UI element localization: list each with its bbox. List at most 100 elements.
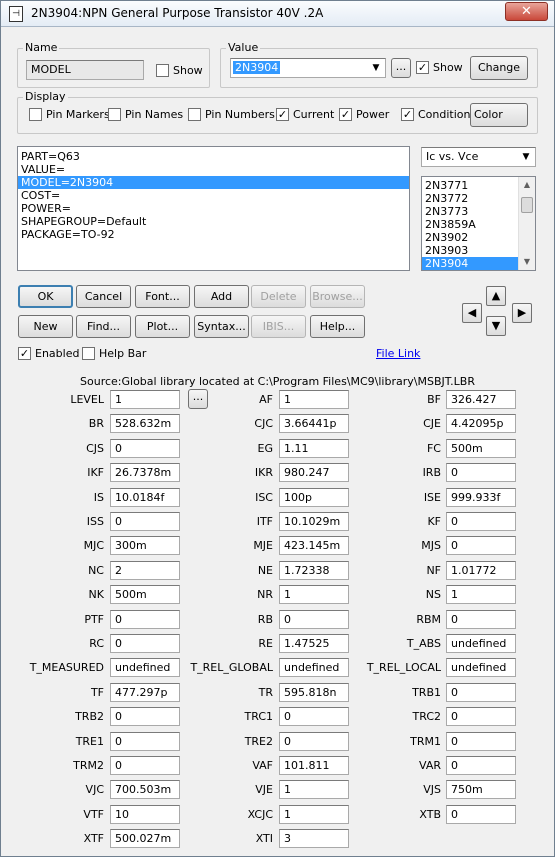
param-field-xtb[interactable]: 0 <box>446 804 516 824</box>
part-item[interactable]: 2N3773 <box>422 205 518 218</box>
find-button[interactable]: Find... <box>76 315 131 338</box>
scroll-thumb[interactable] <box>521 197 533 213</box>
plot-type-select[interactable]: Ic vs. Vce ▼ <box>421 147 536 167</box>
ok-button[interactable]: OK <box>18 285 73 308</box>
part-item[interactable]: 2N3771 <box>422 179 518 192</box>
param-field-ise[interactable]: 999.933f <box>446 487 516 507</box>
param-field-ikf[interactable]: 26.7378m <box>110 463 180 483</box>
param-field-rc[interactable]: 0 <box>110 634 180 653</box>
param-field-trm1[interactable]: 0 <box>446 731 516 751</box>
part-item[interactable]: 2N3772 <box>422 192 518 205</box>
param-field-t-abs[interactable]: undefined <box>446 634 516 653</box>
param-field-rbm[interactable]: 0 <box>446 609 516 629</box>
param-field-nk[interactable]: 500m <box>110 585 180 605</box>
enabled-checkbox[interactable]: ✓ <box>18 347 31 360</box>
attribute-item[interactable]: PART=Q63 <box>18 150 409 163</box>
file-link[interactable]: File Link <box>376 347 420 360</box>
plot-button[interactable]: Plot... <box>135 315 190 338</box>
scroll-down-icon[interactable]: ▼ <box>519 254 535 270</box>
param-field-xtf[interactable]: 500.027m <box>110 829 180 849</box>
arrow-left-icon[interactable]: ◀ <box>462 303 482 323</box>
condition-checkbox[interactable]: ✓ <box>401 108 414 121</box>
param-field-vaf[interactable]: 101.811 <box>279 756 349 775</box>
help-button[interactable]: Help... <box>310 315 365 338</box>
attribute-item[interactable]: PACKAGE=TO-92 <box>18 228 409 241</box>
attribute-item[interactable]: VALUE= <box>18 163 409 176</box>
color-button[interactable]: Color <box>470 103 528 127</box>
param-field-ikr[interactable]: 980.247 <box>279 463 349 483</box>
value-combo[interactable]: 2N3904 ▼ <box>230 58 386 78</box>
chevron-down-icon[interactable]: ▼ <box>368 60 384 76</box>
param-field-iss[interactable]: 0 <box>110 512 180 531</box>
param-field-nf[interactable]: 1.01772 <box>446 560 516 580</box>
param-field-itf[interactable]: 10.1029m <box>279 512 349 531</box>
chevron-down-icon[interactable]: ▼ <box>518 149 534 165</box>
param-field-isc[interactable]: 100p <box>279 487 349 507</box>
attribute-item[interactable]: COST= <box>18 189 409 202</box>
name-field[interactable]: MODEL <box>26 60 144 80</box>
cancel-button[interactable]: Cancel <box>76 285 131 308</box>
value-browse-button[interactable]: ... <box>391 58 411 78</box>
param-field-irb[interactable]: 0 <box>446 463 516 483</box>
param-field-xti[interactable]: 3 <box>279 829 349 849</box>
title-bar[interactable]: ⊣ 2N3904:NPN General Purpose Transistor … <box>1 1 554 27</box>
pin-markers-checkbox[interactable] <box>29 108 42 121</box>
param-field-af[interactable]: 1 <box>279 390 349 409</box>
part-item[interactable]: 2N3904 <box>422 257 518 270</box>
param-field-tf[interactable]: 477.297p <box>110 682 180 702</box>
param-field-cjc[interactable]: 3.66441p <box>279 414 349 434</box>
arrow-down-icon[interactable]: ▼ <box>486 316 506 336</box>
param-field-nc[interactable]: 2 <box>110 560 180 580</box>
arrow-up-icon[interactable]: ▲ <box>486 286 506 306</box>
param-field-eg[interactable]: 1.11 <box>279 438 349 458</box>
attribute-item[interactable]: MODEL=2N3904 <box>18 176 409 189</box>
param-field-ne[interactable]: 1.72338 <box>279 560 349 580</box>
param-field-vtf[interactable]: 10 <box>110 804 180 824</box>
attribute-item[interactable]: POWER= <box>18 202 409 215</box>
param-field-vjs[interactable]: 750m <box>446 780 516 800</box>
param-field-t-measured[interactable]: undefined <box>110 658 180 678</box>
current-checkbox[interactable]: ✓ <box>276 108 289 121</box>
param-field-trb1[interactable]: 0 <box>446 682 516 702</box>
param-field-cjs[interactable]: 0 <box>110 438 180 458</box>
param-field-t-rel-global[interactable]: undefined <box>279 658 349 678</box>
param-field-mje[interactable]: 423.145m <box>279 536 349 556</box>
parts-scrollbar[interactable]: ▲ ▼ <box>518 177 535 270</box>
param-field-is[interactable]: 10.0184f <box>110 487 180 507</box>
attributes-list[interactable]: PART=Q63 VALUE= MODEL=2N3904 COST= POWER= SHA… <box>17 146 410 271</box>
param-field-mjc[interactable]: 300m <box>110 536 180 556</box>
part-item[interactable]: 2N3859A <box>422 218 518 231</box>
param-field-nr[interactable]: 1 <box>279 585 349 605</box>
part-item[interactable]: 2N3903 <box>422 244 518 257</box>
value-show-checkbox[interactable]: ✓ <box>416 61 429 74</box>
close-button[interactable]: ✕ <box>505 2 548 21</box>
param-field-rb[interactable]: 0 <box>279 609 349 629</box>
param-field-tre2[interactable]: 0 <box>279 731 349 751</box>
add-button[interactable]: Add <box>194 285 249 308</box>
param-field-cje[interactable]: 4.42095p <box>446 414 516 434</box>
attribute-item[interactable]: SHAPEGROUP=Default <box>18 215 409 228</box>
param-field-ns[interactable]: 1 <box>446 585 516 605</box>
param-field-kf[interactable]: 0 <box>446 512 516 531</box>
power-checkbox[interactable]: ✓ <box>339 108 352 121</box>
param-field-fc[interactable]: 500m <box>446 438 516 458</box>
arrow-right-icon[interactable]: ▶ <box>512 303 532 323</box>
change-button[interactable]: Change <box>470 56 528 80</box>
pin-names-checkbox[interactable] <box>108 108 121 121</box>
help-bar-checkbox[interactable] <box>82 347 95 360</box>
scroll-up-icon[interactable]: ▲ <box>519 177 535 193</box>
new-button[interactable]: New <box>18 315 73 338</box>
param-field-br[interactable]: 528.632m <box>110 414 180 434</box>
param-field-trc1[interactable]: 0 <box>279 707 349 727</box>
font-button[interactable]: Font... <box>135 285 190 308</box>
param-field-tr[interactable]: 595.818n <box>279 682 349 702</box>
syntax-button[interactable]: Syntax... <box>194 315 249 338</box>
param-field-ptf[interactable]: 0 <box>110 609 180 629</box>
name-show-checkbox[interactable] <box>156 64 169 77</box>
param-field-re[interactable]: 1.47525 <box>279 634 349 653</box>
param-field-xcjc[interactable]: 1 <box>279 804 349 824</box>
param-field-var[interactable]: 0 <box>446 756 516 775</box>
param-field-trc2[interactable]: 0 <box>446 707 516 727</box>
param-field-level[interactable]: 1 <box>110 390 180 409</box>
param-field-vjc[interactable]: 700.503m <box>110 780 180 800</box>
